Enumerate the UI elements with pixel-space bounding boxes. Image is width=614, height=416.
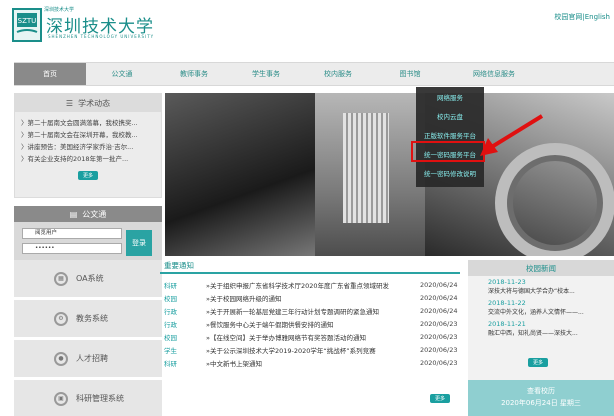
notices-title: 重要通知: [160, 260, 460, 274]
nav-documents[interactable]: 公文通: [86, 63, 158, 85]
table-row[interactable]: 学生 »关于公示深圳技术大学2019-2020学年“挑战杯”系列竞赛 2020/06…: [160, 343, 460, 356]
username-input[interactable]: 阅览用户: [22, 228, 122, 239]
academic-more-button[interactable]: 更多: [77, 171, 98, 180]
notices-more-button[interactable]: 更多: [429, 394, 450, 403]
notices-panel: 重要通知 科研 »关于组织申报广东省科学技术厅2020年度广东省重点领域研发 202…: [160, 260, 460, 416]
oa-icon: ▦: [54, 271, 68, 286]
login-button[interactable]: 登录: [126, 230, 152, 256]
header: SZTU 深圳技术大学 深圳技术大学 SHENZHEN TECHNOLOGY U…: [0, 0, 614, 56]
nav-network[interactable]: 网络信息服务: [446, 63, 542, 85]
campus-more-button[interactable]: 更多: [528, 358, 549, 367]
systems-list: ▦ OA系统 ⚙ 教务系统 ● 人才招聘 ▣ 科研管理系统: [14, 260, 162, 416]
main-nav: 首页 公文通 教师事务 学生事务 校内服务 图书馆 网络信息服务: [14, 62, 614, 86]
list-item[interactable]: 〉第二十届南文会在深圳开幕，我校教...: [21, 129, 155, 141]
system-recruit[interactable]: ● 人才招聘: [14, 340, 162, 377]
list-item[interactable]: 〉第二十届南文会圆满落幕，我校携奖...: [21, 117, 155, 129]
gear-icon: ⚙: [54, 311, 68, 326]
grid-icon: ▣: [54, 391, 68, 406]
campus-news-title: 校园新闻: [468, 260, 614, 276]
dropdown-item-network[interactable]: 网络服务: [416, 87, 484, 106]
list-item[interactable]: 2018-11-23 深技大将与德国大学合办“校本...: [468, 276, 614, 297]
list-item[interactable]: 〉讲座预告：美国经济学家乔治·吉尔...: [21, 141, 155, 153]
academic-list: 〉第二十届南文会圆满落幕，我校携奖... 〉第二十届南文会在深圳开幕，我校教..…: [15, 112, 161, 197]
list-icon: ☰: [65, 98, 74, 108]
academic-title: ☰ 学术动态: [15, 94, 161, 112]
nav-library[interactable]: 图书馆: [374, 63, 446, 85]
password-input[interactable]: ••••••: [22, 243, 122, 254]
svg-text:SZTU: SZTU: [18, 17, 37, 25]
page: SZTU 深圳技术大学 深圳技术大学 SHENZHEN TECHNOLOGY U…: [0, 0, 614, 416]
left-column: ☰ 学术动态 〉第二十届南文会圆满落幕，我校携奖... 〉第二十届南文会在深圳开…: [14, 93, 162, 261]
table-row[interactable]: 校园 »【在线空间】关于举办博雅网络节有奖答题活动的通知 2020/06/23: [160, 330, 460, 343]
campus-news-panel: 校园新闻 2018-11-23 深技大将与德国大学合办“校本... 2018-1…: [468, 260, 614, 416]
table-row[interactable]: 校园 »关于校园网络升级的通知 2020/06/24: [160, 291, 460, 304]
calendar-date: 2020年06月24日 星期三: [501, 399, 581, 407]
university-logo[interactable]: SZTU: [12, 8, 42, 42]
nav-campus-service[interactable]: 校内服务: [302, 63, 374, 85]
banner-image-2: [315, 93, 425, 256]
notices-list: 科研 »关于组织申报广东省科学技术厅2020年度广东省重点领域研发 2020/06/…: [160, 274, 460, 369]
dropdown-item-password-help[interactable]: 统一密码修改说明: [416, 163, 484, 182]
highlight-box: [411, 141, 485, 162]
login-title: ▤ 公文通: [14, 206, 162, 222]
table-row[interactable]: 科研 »中文新书上架通知 2020/06/23: [160, 356, 460, 369]
banner-carousel[interactable]: [165, 93, 614, 256]
notices-more-wrap: 更多: [429, 394, 450, 403]
nav-home[interactable]: 首页: [14, 63, 86, 85]
login-box: ▤ 公文通 阅览用户 •••••• 登录: [14, 206, 162, 261]
document-icon: ▤: [69, 209, 78, 219]
person-icon: ●: [54, 351, 68, 366]
table-row[interactable]: 行政 »关于开展新一轮基层党建三年行动计划专题调研的紧急通知 2020/06/24: [160, 304, 460, 317]
university-name-en: SHENZHEN TECHNOLOGY UNIVERSITY: [48, 34, 155, 39]
system-oa[interactable]: ▦ OA系统: [14, 260, 162, 297]
system-research[interactable]: ▣ 科研管理系统: [14, 380, 162, 416]
banner-image-1: [165, 93, 315, 256]
calendar-title: 查看校历: [527, 387, 555, 395]
campus-more-wrap: 更多: [528, 358, 549, 367]
table-row[interactable]: 行政 »餐饮服务中心关于端午假期供餐安排的通知 2020/06/23: [160, 317, 460, 330]
academic-box: ☰ 学术动态 〉第二十届南文会圆满落幕，我校携奖... 〉第二十届南文会在深圳开…: [14, 93, 162, 198]
network-dropdown: 网络服务 校内云盘 正版软件服务平台 统一密码服务平台 统一密码修改说明: [416, 87, 484, 187]
list-item[interactable]: 2018-11-22 交流中外文化，涵养人文情怀——...: [468, 297, 614, 318]
table-row[interactable]: 科研 »关于组织申报广东省科学技术厅2020年度广东省重点领域研发 2020/06/…: [160, 278, 460, 291]
system-academic[interactable]: ⚙ 教务系统: [14, 300, 162, 337]
nav-student[interactable]: 学生事务: [230, 63, 302, 85]
dropdown-item-cloud[interactable]: 校内云盘: [416, 106, 484, 125]
nav-teacher[interactable]: 教师事务: [158, 63, 230, 85]
list-item[interactable]: 〉有关企业支持的2018年第一批产...: [21, 153, 155, 165]
calendar-box[interactable]: 查看校历 2020年06月24日 星期三: [468, 380, 614, 416]
list-item[interactable]: 2018-11-21 融汇中西，知礼尚贤——深技大...: [468, 318, 614, 339]
top-links[interactable]: 校园官网|English: [554, 12, 610, 22]
annotation-arrow-icon: [480, 114, 544, 156]
